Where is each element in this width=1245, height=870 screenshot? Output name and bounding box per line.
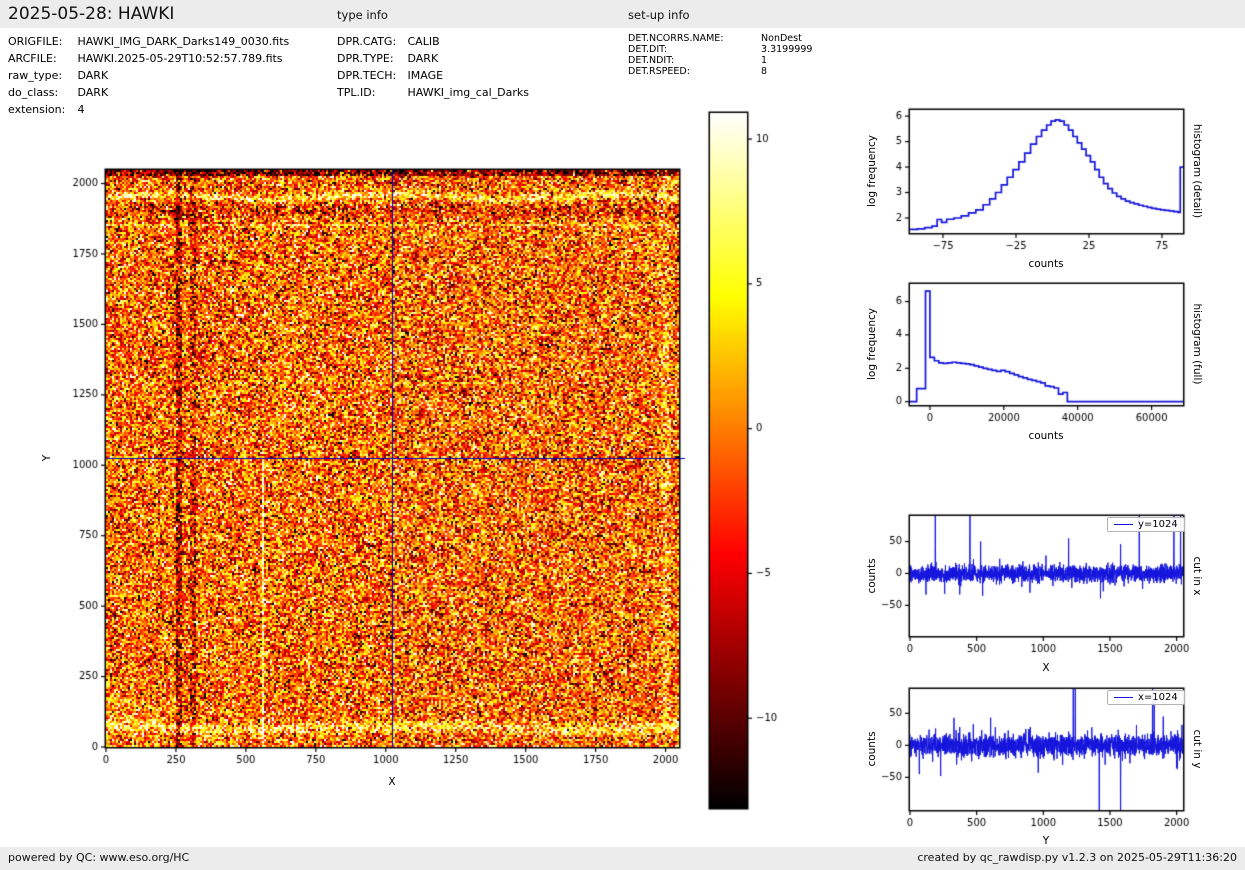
cut-y-legend: x=1024: [1107, 690, 1185, 705]
meta-row-dpr-type: DPR.TYPE: DARK: [337, 52, 438, 65]
cut-x-xlabel: X: [1042, 662, 1050, 674]
meta-label: DET.RSPEED:: [628, 66, 690, 77]
main-ylabel: Y: [41, 454, 53, 462]
legend-label: y=1024: [1138, 519, 1178, 530]
cut-x-ylabel: counts: [866, 558, 878, 594]
legend-line-sample: [1114, 524, 1133, 525]
qc-report-page: 2025-05-28: HAWKI type info set-up info …: [0, 0, 1245, 870]
page-title: 2025-05-28: HAWKI: [8, 4, 175, 24]
meta-value: DARK: [77, 69, 109, 82]
meta-label: DPR.CATG:: [337, 35, 397, 48]
meta-label: DPR.TECH:: [337, 69, 397, 82]
hist-full-ylabel: log frequency: [866, 307, 878, 381]
meta-value: IMAGE: [407, 69, 444, 82]
hist-detail-title: histogram (detail): [1191, 123, 1203, 219]
meta-value: 3.3199999: [761, 44, 813, 55]
cut-y-ylabel: counts: [866, 731, 878, 767]
meta-row-origfile: ORIGFILE: HAWKI_IMG_DARK_Darks149_0030.f…: [8, 35, 289, 48]
meta-row-arcfile: ARCFILE: HAWKI.2025-05-29T10:52:57.789.f…: [8, 52, 283, 65]
hist-full-xlabel: counts: [1028, 430, 1064, 442]
cut-x-legend: y=1024: [1107, 517, 1185, 532]
cut-x-title: cut in x: [1191, 556, 1203, 596]
meta-value: 1: [761, 55, 768, 66]
hist-detail-xlabel: counts: [1028, 258, 1064, 270]
meta-value: HAWKI.2025-05-29T10:52:57.789.fits: [77, 52, 283, 65]
meta-row-dit: DET.DIT: 3.3199999: [628, 44, 812, 55]
meta-row-dpr-catg: DPR.CATG: CALIB: [337, 35, 440, 48]
meta-label: ORIGFILE:: [8, 35, 63, 48]
meta-value: DARK: [407, 52, 439, 65]
setup-info-heading: set-up info: [628, 8, 690, 22]
side-plots-canvas: [855, 95, 1205, 830]
meta-value: 8: [761, 66, 768, 77]
hist-full-title: histogram (full): [1191, 303, 1203, 385]
legend-line-sample: [1114, 697, 1133, 698]
meta-row-ncorrs: DET.NCORRS.NAME: NonDest: [628, 33, 802, 44]
meta-label: raw_type:: [8, 69, 63, 82]
footer-left-text: powered by QC: www.eso.org/HC: [8, 851, 190, 864]
meta-row-ndit: DET.NDIT: 1: [628, 55, 767, 66]
meta-label: DET.DIT:: [628, 44, 668, 55]
type-info-heading: type info: [337, 8, 388, 22]
meta-value: HAWKI_IMG_DARK_Darks149_0030.fits: [77, 35, 290, 48]
cut-y-xlabel: Y: [1042, 835, 1050, 847]
meta-row-rspeed: DET.RSPEED: 8: [628, 66, 767, 77]
footer-right-text: created by qc_rawdisp.py v1.2.3 on 2025-…: [917, 851, 1237, 864]
meta-row-raw-type: raw_type: DARK: [8, 69, 108, 82]
cut-y-title: cut in y: [1191, 729, 1203, 769]
hist-detail-ylabel: log frequency: [866, 134, 878, 208]
meta-value: CALIB: [407, 35, 440, 48]
detector-image-canvas: [0, 95, 810, 840]
meta-row-dpr-tech: DPR.TECH: IMAGE: [337, 69, 443, 82]
legend-label: x=1024: [1138, 692, 1178, 703]
meta-value: NonDest: [761, 33, 802, 44]
meta-label: DET.NDIT:: [628, 55, 675, 66]
main-xlabel: X: [388, 776, 396, 788]
meta-label: DET.NCORRS.NAME:: [628, 33, 724, 44]
header-bar: [0, 0, 1245, 28]
meta-label: DPR.TYPE:: [337, 52, 394, 65]
meta-label: ARCFILE:: [8, 52, 57, 65]
